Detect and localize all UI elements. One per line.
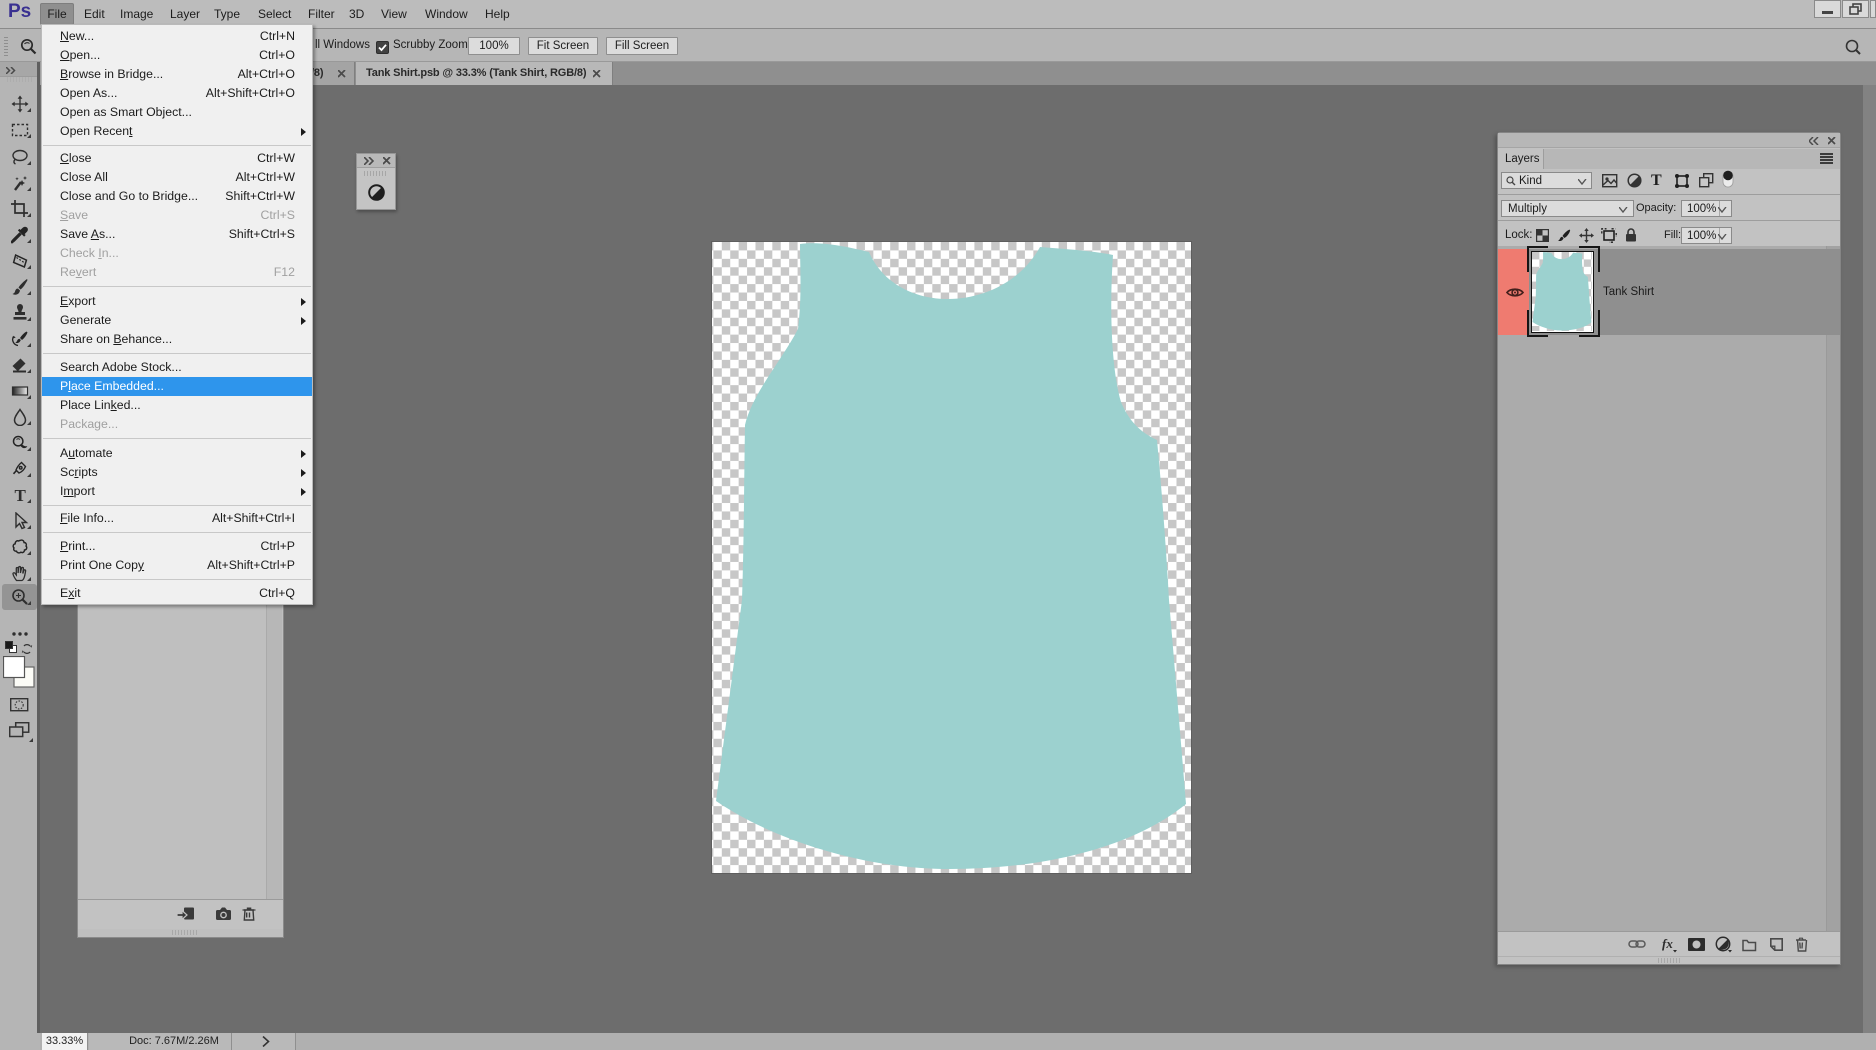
svg-text:T: T [15,486,27,504]
svg-text:fx: fx [1662,936,1673,951]
